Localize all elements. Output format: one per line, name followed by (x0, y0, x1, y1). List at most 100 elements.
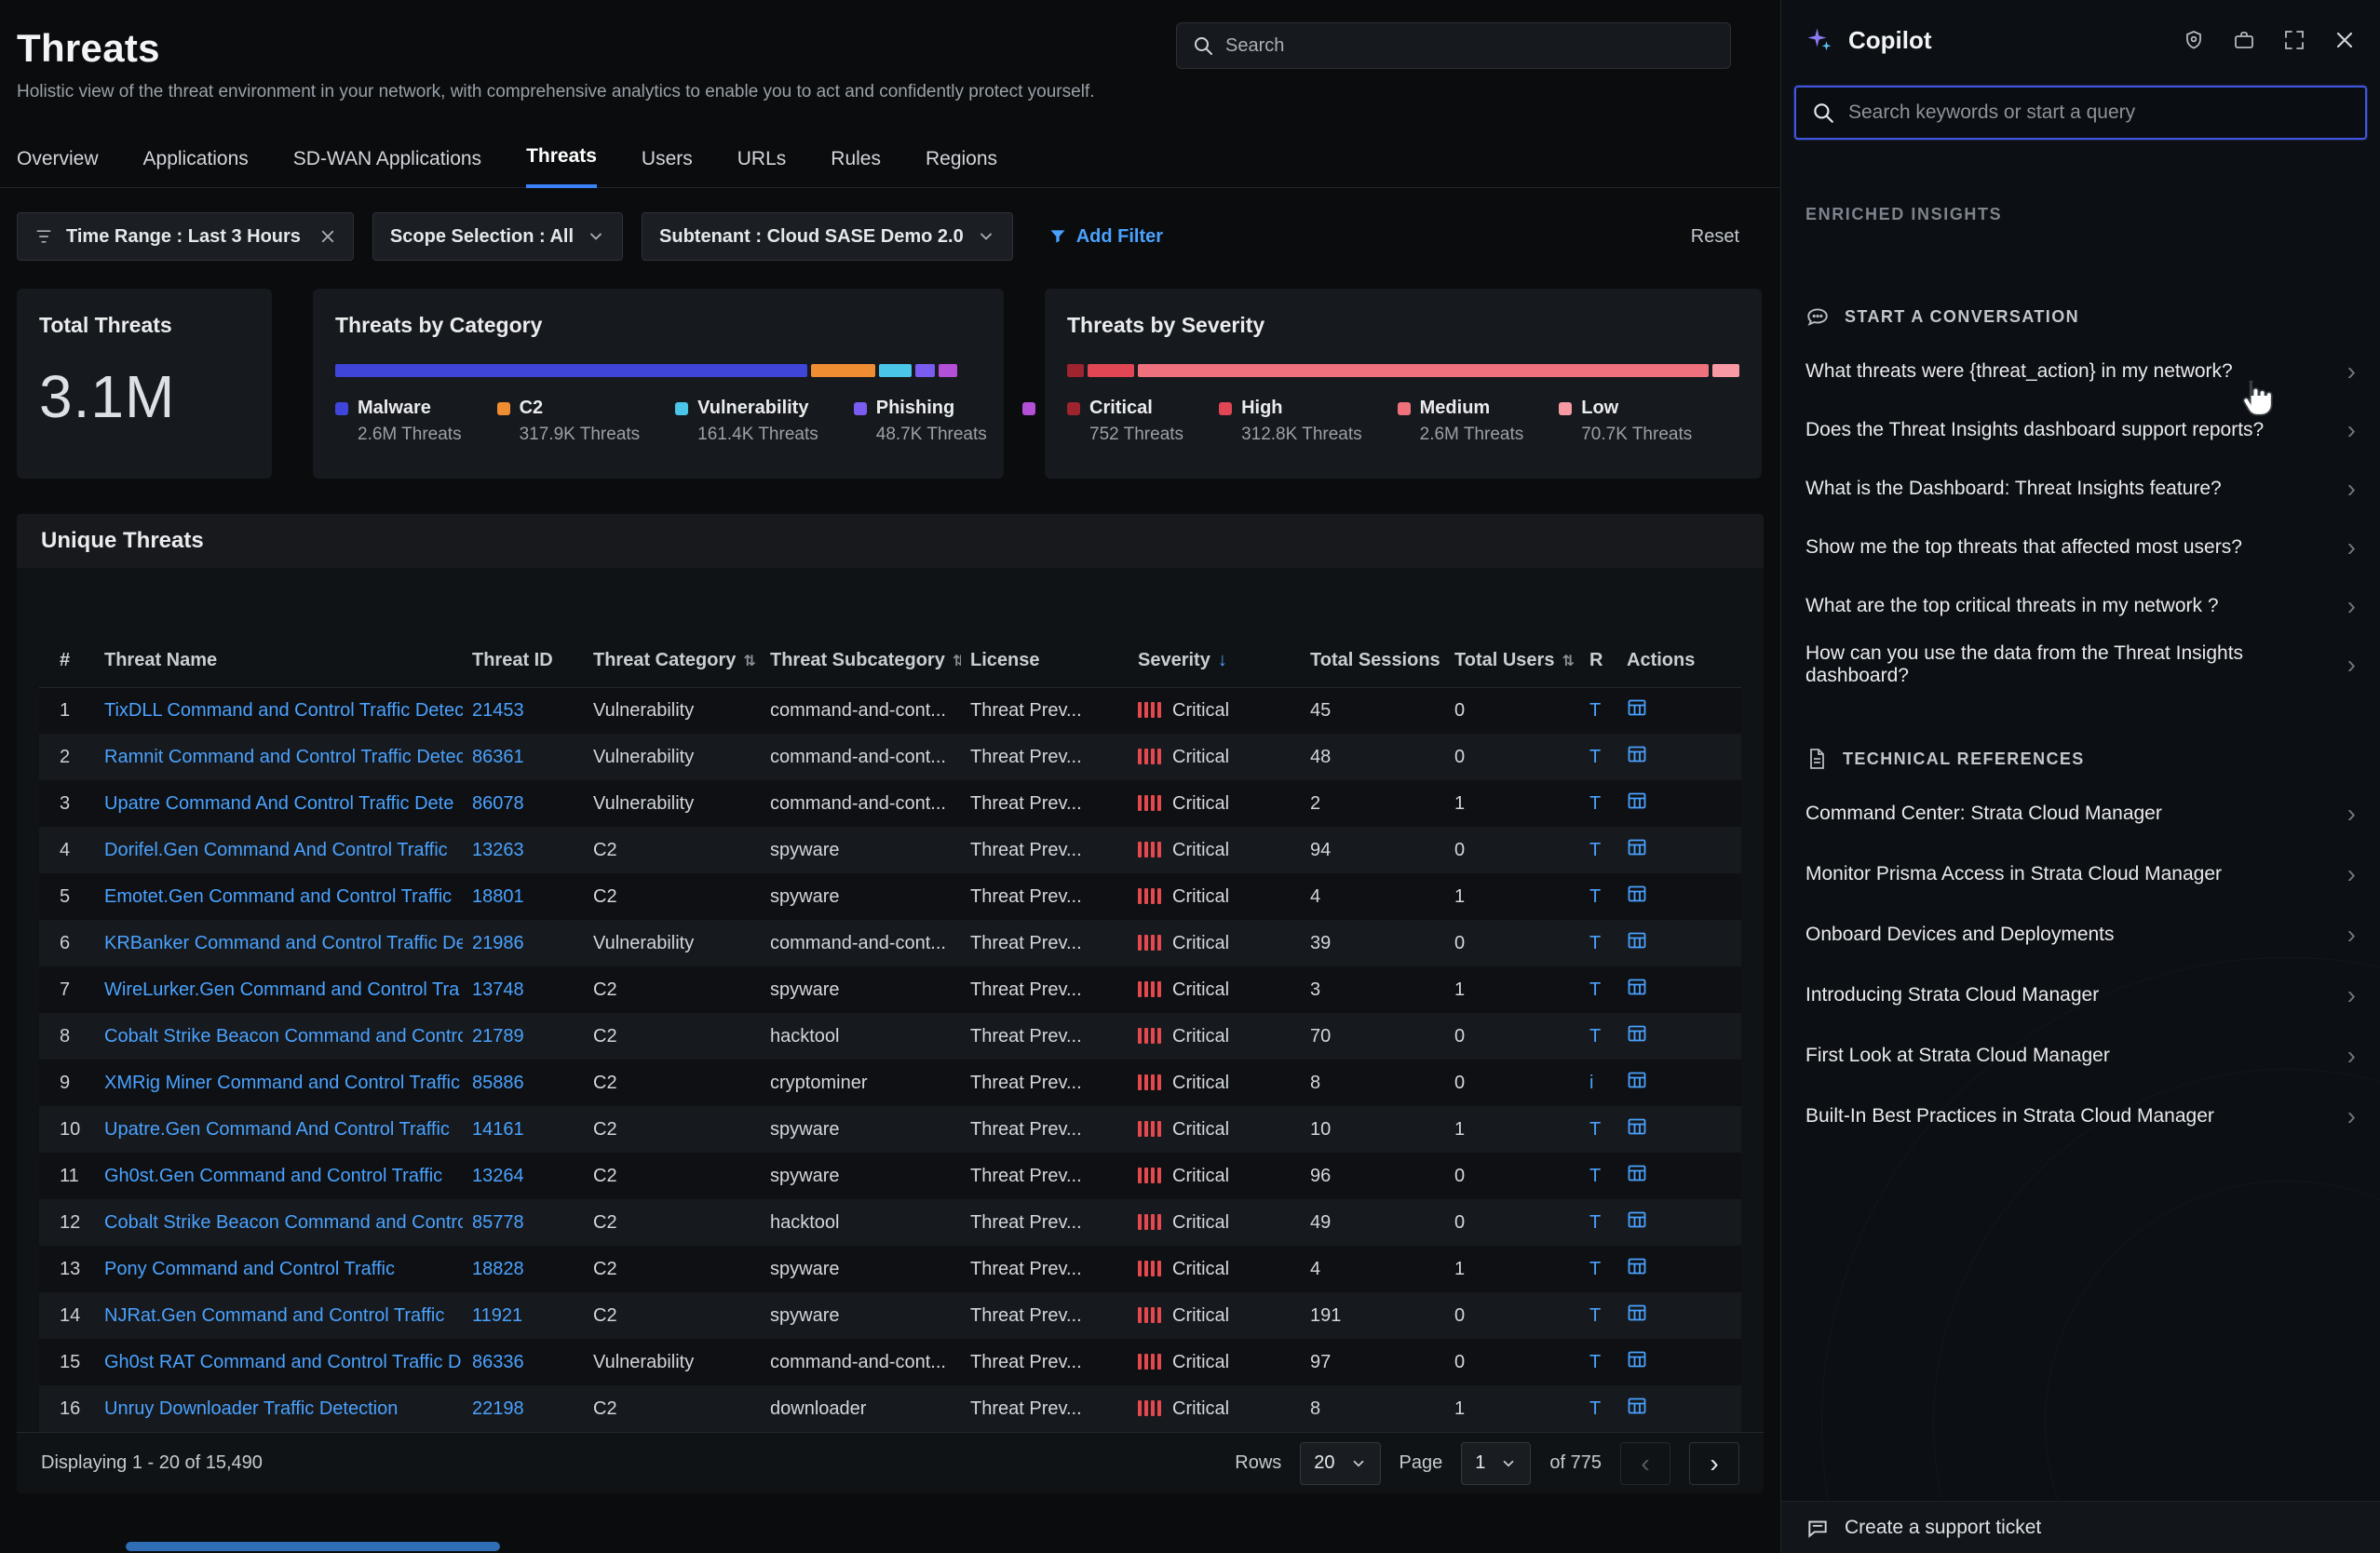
threat-id-link[interactable]: 11921 (463, 1292, 584, 1339)
truncated-link[interactable]: T (1580, 1199, 1617, 1246)
threat-id-link[interactable]: 13748 (463, 966, 584, 1013)
truncated-link[interactable]: T (1580, 873, 1617, 920)
truncated-link[interactable]: T (1580, 687, 1617, 734)
log-viewer-grid-icon[interactable] (1627, 790, 1647, 811)
threat-name-link[interactable]: Gh0st.Gen Command and Control Traffic (95, 1153, 463, 1199)
page-select[interactable]: 1 (1461, 1442, 1531, 1485)
col-total-sessions[interactable]: Total Sessions⇅ (1301, 635, 1445, 687)
threat-id-link[interactable]: 86336 (463, 1339, 584, 1385)
log-viewer-grid-icon[interactable] (1627, 1070, 1647, 1090)
threat-name-link[interactable]: Unruy Downloader Traffic Detection (95, 1385, 463, 1432)
tab-item[interactable]: Rules (831, 148, 881, 187)
sort-icon[interactable]: ⇅ (1562, 654, 1572, 669)
briefcase-icon[interactable] (2233, 29, 2255, 51)
truncated-link[interactable]: T (1580, 1246, 1617, 1292)
threat-name-link[interactable]: Cobalt Strike Beacon Command and Contro (95, 1199, 463, 1246)
search-input[interactable] (1225, 35, 1715, 57)
threat-name-link[interactable]: Dorifel.Gen Command And Control Traffic (95, 827, 463, 873)
log-viewer-grid-icon[interactable] (1627, 1209, 1647, 1230)
conversation-prompt-item[interactable]: What is the Dashboard: Threat Insights f… (1781, 459, 2380, 518)
reference-item[interactable]: Introducing Strata Cloud Manager › (1781, 965, 2380, 1025)
log-viewer-grid-icon[interactable] (1627, 744, 1647, 764)
conversation-prompt-item[interactable]: How can you use the data from the Threat… (1781, 635, 2380, 694)
reference-item[interactable]: First Look at Strata Cloud Manager › (1781, 1025, 2380, 1086)
truncated-link[interactable]: T (1580, 1385, 1617, 1432)
global-search[interactable] (1176, 22, 1731, 69)
tab-item[interactable]: URLs (737, 148, 787, 187)
log-viewer-grid-icon[interactable] (1627, 1023, 1647, 1044)
threat-name-link[interactable]: Upatre.Gen Command And Control Traffic (95, 1106, 463, 1153)
copilot-search-input[interactable] (1848, 101, 2350, 124)
rows-per-page-select[interactable]: 20 (1300, 1442, 1380, 1485)
sort-icon[interactable]: ⇅ (743, 654, 753, 669)
reference-item[interactable]: Onboard Devices and Deployments › (1781, 904, 2380, 965)
truncated-link[interactable]: T (1580, 734, 1617, 780)
threat-id-link[interactable]: 18828 (463, 1246, 584, 1292)
reference-item[interactable]: Monitor Prisma Access in Strata Cloud Ma… (1781, 844, 2380, 904)
col-threat-category[interactable]: Threat Category⇅ (584, 635, 761, 687)
create-support-ticket[interactable]: Create a support ticket (1781, 1501, 2380, 1553)
tab-item[interactable]: Users (642, 148, 693, 187)
threat-name-link[interactable]: WireLurker.Gen Command and Control Tra (95, 966, 463, 1013)
col-total-users[interactable]: Total Users⇅ (1445, 635, 1580, 687)
truncated-link[interactable]: T (1580, 1106, 1617, 1153)
tab-threats-active[interactable]: Threats (526, 145, 597, 188)
threat-id-link[interactable]: 86361 (463, 734, 584, 780)
threat-name-link[interactable]: Ramnit Command and Control Traffic Detec (95, 734, 463, 780)
log-viewer-grid-icon[interactable] (1627, 884, 1647, 904)
threat-id-link[interactable]: 22198 (463, 1385, 584, 1432)
threat-id-link[interactable]: 13264 (463, 1153, 584, 1199)
threat-id-link[interactable]: 21986 (463, 920, 584, 966)
fullscreen-icon[interactable] (2283, 29, 2306, 51)
threat-id-link[interactable]: 18801 (463, 873, 584, 920)
log-viewer-grid-icon[interactable] (1627, 1256, 1647, 1276)
truncated-link[interactable]: T (1580, 780, 1617, 827)
privacy-shield-icon[interactable] (2183, 29, 2205, 51)
threat-name-link[interactable]: TixDLL Command and Control Traffic Detec (95, 687, 463, 734)
tab-item[interactable]: Applications (143, 148, 249, 187)
copilot-search[interactable] (1794, 86, 2367, 140)
threat-name-link[interactable]: XMRig Miner Command and Control Traffic (95, 1060, 463, 1106)
log-viewer-grid-icon[interactable] (1627, 1303, 1647, 1323)
time-range-chip[interactable]: Time Range : Last 3 Hours (17, 212, 354, 261)
conversation-prompt-item[interactable]: What are the top critical threats in my … (1781, 576, 2380, 635)
tab-item[interactable]: SD-WAN Applications (293, 148, 481, 187)
tab-item[interactable]: Overview (17, 148, 99, 187)
threat-id-link[interactable]: 21453 (463, 687, 584, 734)
conversation-prompt-item[interactable]: What threats were {threat_action} in my … (1781, 342, 2380, 400)
tab-item[interactable]: Regions (926, 148, 997, 187)
threat-id-link[interactable]: 21789 (463, 1013, 584, 1060)
log-viewer-grid-icon[interactable] (1627, 1163, 1647, 1183)
threat-id-link[interactable]: 86078 (463, 780, 584, 827)
threat-id-link[interactable]: 13263 (463, 827, 584, 873)
threat-name-link[interactable]: Upatre Command And Control Traffic Dete (95, 780, 463, 827)
horizontal-scrollbar-thumb[interactable] (126, 1542, 500, 1551)
next-page-button[interactable]: › (1689, 1442, 1739, 1485)
truncated-link[interactable]: i (1580, 1060, 1617, 1106)
threat-name-link[interactable]: NJRat.Gen Command and Control Traffic (95, 1292, 463, 1339)
truncated-link[interactable]: T (1580, 1292, 1617, 1339)
truncated-link[interactable]: T (1580, 1339, 1617, 1385)
add-filter-button[interactable]: Add Filter (1048, 226, 1163, 248)
reference-item[interactable]: Command Center: Strata Cloud Manager › (1781, 783, 2380, 844)
scope-selection-chip[interactable]: Scope Selection : All (372, 212, 623, 261)
threat-id-link[interactable]: 85778 (463, 1199, 584, 1246)
threat-id-link[interactable]: 14161 (463, 1106, 584, 1153)
reset-button[interactable]: Reset (1691, 226, 1739, 248)
truncated-link[interactable]: T (1580, 920, 1617, 966)
conversation-prompt-item[interactable]: Show me the top threats that affected mo… (1781, 518, 2380, 576)
sort-icon[interactable]: ⇅ (953, 654, 961, 669)
log-viewer-grid-icon[interactable] (1627, 977, 1647, 997)
remove-time-range-icon[interactable] (319, 228, 336, 245)
log-viewer-grid-icon[interactable] (1627, 697, 1647, 718)
threat-name-link[interactable]: Emotet.Gen Command and Control Traffic (95, 873, 463, 920)
subtenant-chip[interactable]: Subtenant : Cloud SASE Demo 2.0 (642, 212, 1013, 261)
previous-page-button[interactable]: ‹ (1620, 1442, 1670, 1485)
col-severity[interactable]: Severity↓ (1129, 635, 1301, 687)
log-viewer-grid-icon[interactable] (1627, 837, 1647, 858)
log-viewer-grid-icon[interactable] (1627, 1396, 1647, 1416)
threat-name-link[interactable]: Gh0st RAT Command and Control Traffic D (95, 1339, 463, 1385)
log-viewer-grid-icon[interactable] (1627, 1349, 1647, 1370)
threat-name-link[interactable]: KRBanker Command and Control Traffic De (95, 920, 463, 966)
threat-id-link[interactable]: 85886 (463, 1060, 584, 1106)
